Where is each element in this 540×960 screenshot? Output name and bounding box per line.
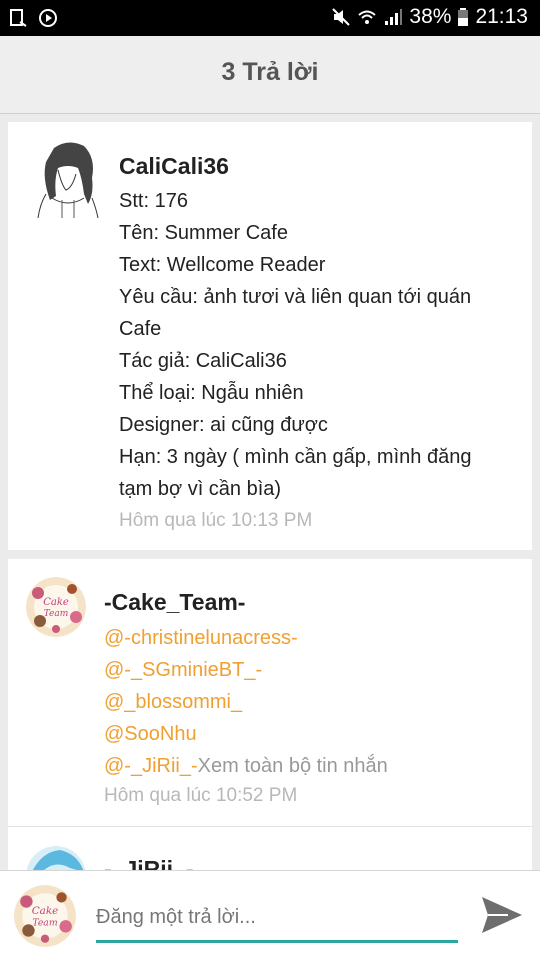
post-username[interactable]: -Cake_Team- [104, 589, 245, 616]
mention-link[interactable]: @-_SGminieBT_- [104, 659, 262, 682]
post-text-line: Designer: ai cũng được [119, 414, 328, 436]
media-play-icon [39, 9, 57, 27]
my-avatar: Cake Team [14, 885, 76, 947]
svg-text:Cake: Cake [32, 905, 58, 917]
post-text-line: Cafe [119, 318, 162, 340]
post-text-line: Yêu cầu: ảnh tươi và liên quan tới quán [119, 286, 472, 308]
status-bar: 38% 21:13 [0, 0, 540, 36]
avatar[interactable] [32, 138, 104, 218]
post-timestamp: Hôm qua lúc 10:13 PM [119, 510, 313, 531]
post-card: CaliCali36 Stt: 176 Tên: Summer Cafe Tex… [8, 122, 532, 550]
post-username[interactable]: CaliCali36 [119, 153, 229, 180]
header: 3 Trả lời [0, 36, 540, 114]
svg-text:Team: Team [44, 609, 69, 619]
post-text-line: Thể loại: Ngẫu nhiên [119, 382, 304, 404]
reply-bar: Cake Team [0, 870, 540, 960]
wifi-icon [358, 10, 377, 24]
signal-icon [385, 9, 403, 25]
reply-input[interactable] [96, 895, 458, 943]
post-text-line: Text: Wellcome Reader [119, 254, 326, 276]
svg-text:Cake: Cake [43, 597, 69, 608]
page-title: 3 Trả lời [221, 58, 319, 86]
screenshot-icon [10, 9, 27, 27]
battery-percent: 38% [409, 5, 452, 28]
clock: 21:13 [475, 5, 528, 28]
post-text-line: Tên: Summer Cafe [119, 222, 288, 244]
post-text-line: Stt: 176 [119, 190, 188, 212]
avatar[interactable] [26, 846, 86, 870]
post-username[interactable]: -_JiRii_- [104, 856, 193, 870]
battery-icon [458, 8, 469, 26]
post-text-line: tạm bợ vì cần bìa) [119, 478, 282, 500]
post-card: Cake Team -Cake_Team- @-christinelunacre… [8, 559, 532, 870]
replies-list[interactable]: CaliCali36 Stt: 176 Tên: Summer Cafe Tex… [0, 114, 540, 870]
mention-line: @-_JiRii_-Xem toàn bộ tin nhắn [104, 755, 388, 778]
svg-text:Team: Team [32, 917, 57, 928]
divider [8, 826, 532, 827]
avatar[interactable]: Cake Team [26, 577, 86, 637]
send-icon[interactable] [478, 893, 526, 937]
post-text-line: Tác giả: CaliCali36 [119, 350, 287, 372]
mention-link[interactable]: @SooNhu [104, 723, 197, 746]
view-all-messages-link[interactable]: Xem toàn bộ tin nhắn [198, 755, 388, 777]
mention-link[interactable]: @-christinelunacress- [104, 627, 298, 650]
post-timestamp: Hôm qua lúc 10:52 PM [104, 785, 298, 806]
post-text-line: Hạn: 3 ngày ( mình cần gấp, mình đăng [119, 446, 472, 468]
mute-icon [332, 8, 351, 26]
mention-link[interactable]: @-_JiRii_- [104, 755, 198, 777]
mention-link[interactable]: @_blossommi_ [104, 691, 242, 714]
